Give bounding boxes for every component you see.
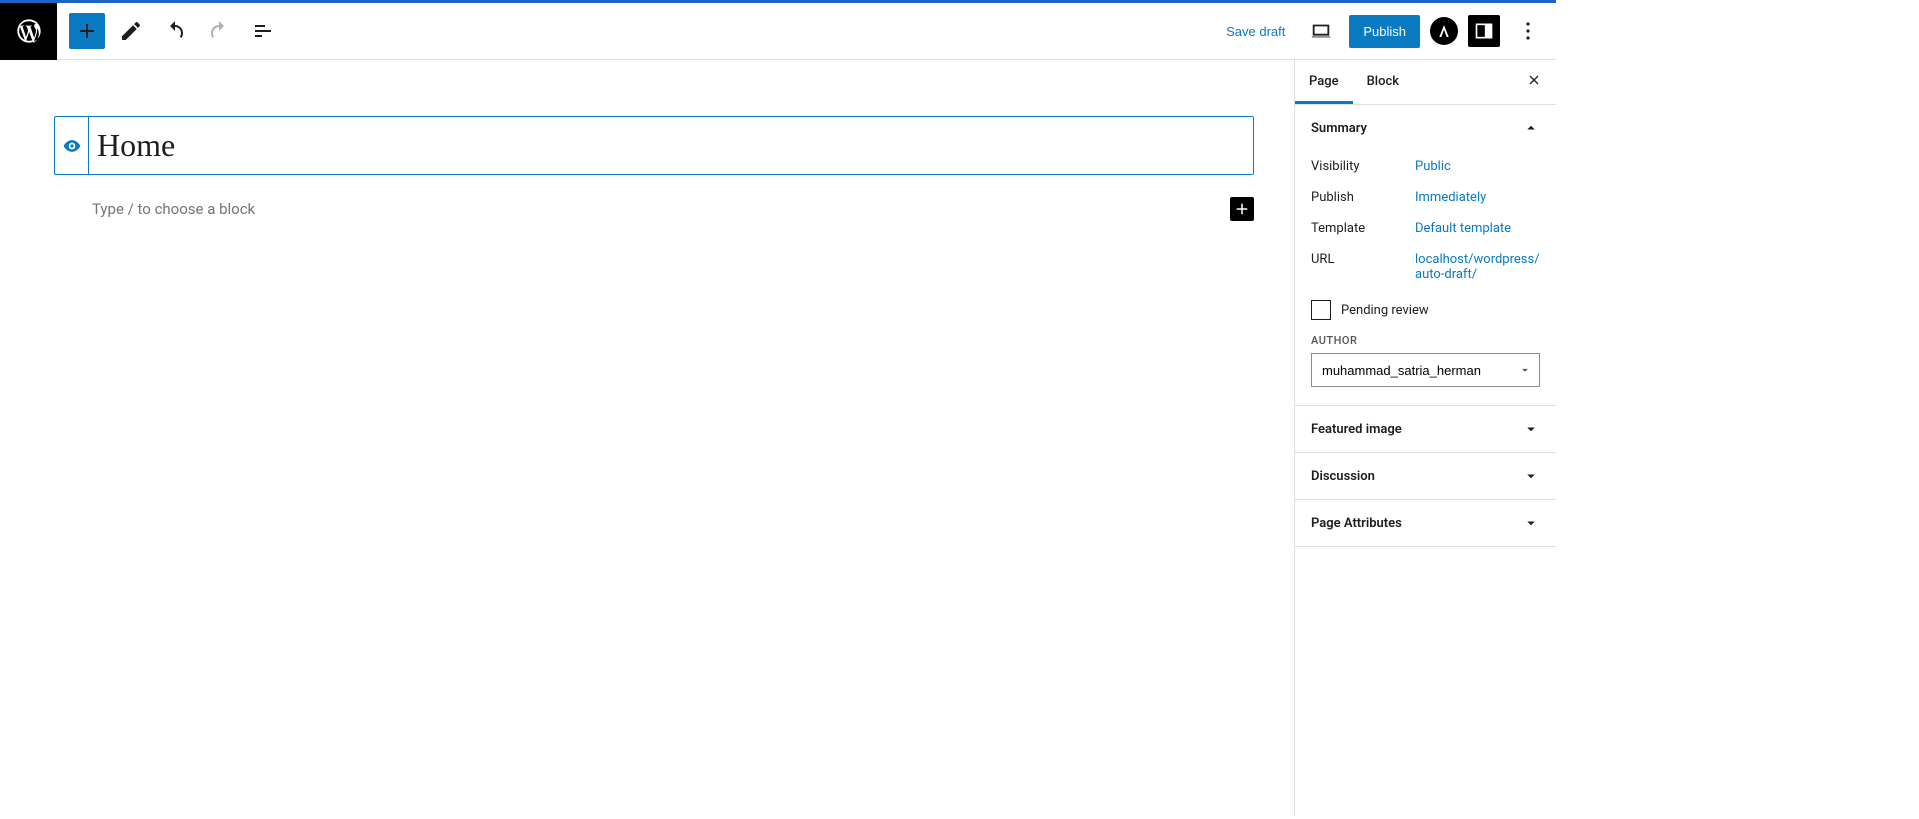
author-select-wrap: muhammad_satria_herman <box>1311 353 1540 387</box>
panel-summary-title: Summary <box>1311 121 1367 136</box>
author-select[interactable]: muhammad_satria_herman <box>1311 353 1540 387</box>
document-overview-button[interactable] <box>245 13 281 49</box>
preview-button[interactable] <box>1303 13 1339 49</box>
row-template: Template Default template <box>1311 213 1540 244</box>
publish-value[interactable]: Immediately <box>1415 190 1540 205</box>
template-value[interactable]: Default template <box>1415 221 1540 236</box>
sidebar-panel-icon <box>1474 21 1494 41</box>
add-block-button[interactable] <box>69 13 105 49</box>
redo-button[interactable] <box>201 13 237 49</box>
publish-label: Publish <box>1311 190 1415 205</box>
settings-sidebar-toggle[interactable] <box>1468 15 1500 47</box>
url-value[interactable]: localhost/wordpress/auto-draft/ <box>1415 252 1540 282</box>
tab-page[interactable]: Page <box>1295 60 1353 104</box>
sidebar-tabs: Page Block <box>1295 60 1556 105</box>
panel-discussion-header[interactable]: Discussion <box>1295 453 1556 499</box>
plus-icon <box>75 19 99 43</box>
publish-button[interactable]: Publish <box>1349 15 1420 48</box>
visibility-label: Visibility <box>1311 159 1415 174</box>
url-label: URL <box>1311 252 1415 282</box>
panel-page-attributes-header[interactable]: Page Attributes <box>1295 500 1556 546</box>
pencil-icon <box>119 19 143 43</box>
close-icon <box>1526 72 1542 88</box>
close-sidebar-button[interactable] <box>1512 62 1556 102</box>
list-icon <box>251 19 275 43</box>
undo-button[interactable] <box>157 13 193 49</box>
settings-sidebar: Page Block Summary Visibility Public <box>1294 60 1556 816</box>
panel-featured-image-header[interactable]: Featured image <box>1295 406 1556 452</box>
panel-page-attributes-title: Page Attributes <box>1311 516 1402 531</box>
tab-block[interactable]: Block <box>1353 60 1413 104</box>
inline-add-block-button[interactable] <box>1230 197 1254 221</box>
wordpress-logo-button[interactable] <box>0 3 57 60</box>
chevron-up-icon <box>1522 119 1540 137</box>
panel-featured-image-title: Featured image <box>1311 422 1402 437</box>
pending-review-label: Pending review <box>1341 303 1429 318</box>
author-heading: AUTHOR <box>1311 334 1540 353</box>
panel-discussion: Discussion <box>1295 453 1556 500</box>
panel-page-attributes: Page Attributes <box>1295 500 1556 547</box>
save-draft-button[interactable]: Save draft <box>1218 16 1293 47</box>
laptop-icon <box>1310 20 1332 42</box>
editor-canvas: Type / to choose a block <box>0 60 1294 816</box>
row-publish: Publish Immediately <box>1311 182 1540 213</box>
chevron-down-icon <box>1522 420 1540 438</box>
main-area: Type / to choose a block Page Block Summ… <box>0 60 1556 816</box>
tools-button[interactable] <box>113 13 149 49</box>
panel-summary: Summary Visibility Public Publish Immedi… <box>1295 105 1556 406</box>
block-placeholder-text: Type / to choose a block <box>92 200 1230 218</box>
toolbar-right-group: Save draft Publish <box>1218 13 1556 49</box>
row-url: URL localhost/wordpress/auto-draft/ <box>1311 244 1540 290</box>
options-menu-button[interactable] <box>1510 13 1546 49</box>
plus-icon <box>1233 200 1251 218</box>
panel-discussion-title: Discussion <box>1311 469 1375 484</box>
kebab-icon <box>1516 19 1540 43</box>
redo-icon <box>207 19 231 43</box>
empty-block-row[interactable]: Type / to choose a block <box>54 197 1254 221</box>
top-toolbar: Save draft Publish <box>0 3 1556 60</box>
title-block <box>54 116 1254 175</box>
title-visibility-indicator[interactable] <box>55 117 89 174</box>
chevron-down-icon <box>1522 514 1540 532</box>
undo-icon <box>163 19 187 43</box>
panel-summary-body: Visibility Public Publish Immediately Te… <box>1295 151 1556 405</box>
panel-featured-image: Featured image <box>1295 406 1556 453</box>
page-title-input[interactable] <box>89 117 1253 174</box>
panel-summary-header[interactable]: Summary <box>1295 105 1556 151</box>
astra-theme-icon[interactable] <box>1430 17 1458 45</box>
row-visibility: Visibility Public <box>1311 151 1540 182</box>
template-label: Template <box>1311 221 1415 236</box>
toolbar-left-group <box>57 13 281 49</box>
pending-review-checkbox[interactable] <box>1311 300 1331 320</box>
wordpress-icon <box>15 17 43 45</box>
chevron-down-icon <box>1522 467 1540 485</box>
visibility-value[interactable]: Public <box>1415 159 1540 174</box>
eye-icon <box>62 136 82 156</box>
row-pending-review: Pending review <box>1311 290 1540 334</box>
astra-a-icon <box>1436 23 1452 39</box>
